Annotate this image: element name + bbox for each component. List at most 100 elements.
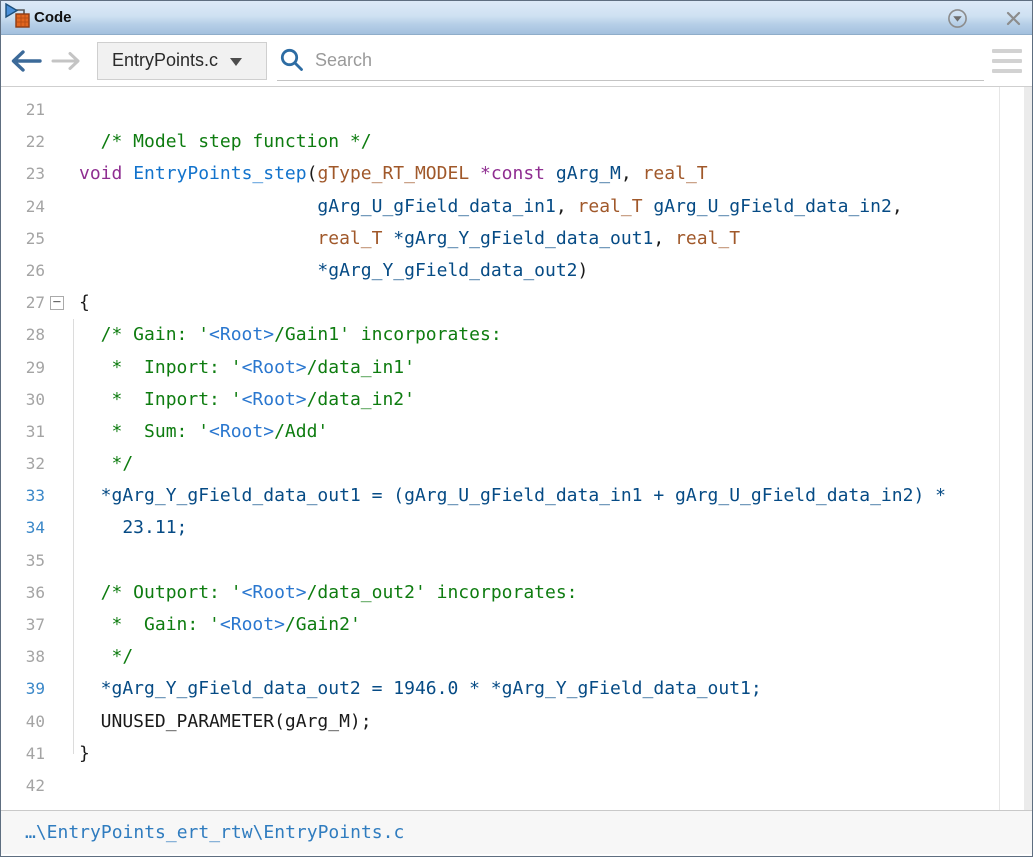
code-line-39[interactable]: 39 *gArg_Y_gField_data_out2 = 1946.0 * *… [1, 673, 1032, 705]
file-selector-value: EntryPoints.c [112, 50, 218, 71]
code-line-27[interactable]: 27− { [1, 287, 1032, 319]
window-title: Code [34, 9, 72, 26]
code-line-29[interactable]: 29 * Inport: '<Root>/data_in1' [1, 352, 1032, 384]
code-text: * Inport: '<Root>/data_in2' [79, 384, 415, 416]
code-text: /* Model step function */ [79, 126, 372, 158]
line-number[interactable]: 32 [1, 448, 45, 480]
code-window: Code E [0, 0, 1033, 857]
fold-collapse-icon[interactable]: − [50, 296, 64, 310]
code-text: /* Outport: '<Root>/data_out2' incorpora… [79, 577, 578, 609]
code-text: * Sum: '<Root>/Add' [79, 416, 328, 448]
code-text: *gArg_Y_gField_data_out1 = (gArg_U_gFiel… [79, 480, 946, 512]
chevron-down-icon [230, 58, 242, 66]
fold-column [45, 94, 79, 126]
code-line-28[interactable]: 28 /* Gain: '<Root>/Gain1' incorporates: [1, 319, 1032, 351]
back-button[interactable] [9, 46, 43, 76]
hamburger-menu-icon[interactable] [992, 47, 1022, 75]
code-line-31[interactable]: 31 * Sum: '<Root>/Add' [1, 416, 1032, 448]
simulink-code-icon [4, 3, 31, 30]
code-text: */ [79, 448, 133, 480]
code-text: /* Gain: '<Root>/Gain1' incorporates: [79, 319, 502, 351]
line-number[interactable]: 42 [1, 770, 45, 802]
toolbar: EntryPoints.c [1, 35, 1032, 87]
line-number[interactable]: 34 [1, 512, 45, 544]
code-line-33[interactable]: 33 *gArg_Y_gField_data_out1 = (gArg_U_gF… [1, 480, 1032, 512]
code-line-42[interactable]: 42 [1, 770, 1032, 802]
fold-column [45, 191, 79, 223]
line-number[interactable]: 29 [1, 352, 45, 384]
line-number[interactable]: 26 [1, 255, 45, 287]
line-number[interactable]: 41 [1, 738, 45, 770]
code-text: 23.11; [79, 512, 187, 544]
code-text: *gArg_Y_gField_data_out2) [79, 255, 588, 287]
back-arrow-icon [10, 50, 42, 72]
code-line-26[interactable]: 26 *gArg_Y_gField_data_out2) [1, 255, 1032, 287]
line-number[interactable]: 31 [1, 416, 45, 448]
fold-column [45, 158, 79, 190]
line-number[interactable]: 39 [1, 673, 45, 705]
code-editor[interactable]: 2122 /* Model step function */23void Ent… [1, 87, 1032, 810]
search-field [277, 41, 984, 81]
forward-arrow-icon [51, 51, 81, 71]
menu-bar [992, 49, 1022, 53]
code-text: { [79, 287, 90, 319]
menu-bar [992, 69, 1022, 73]
fold-column [45, 223, 79, 255]
code-lines: 2122 /* Model step function */23void Ent… [1, 87, 1032, 802]
line-number[interactable]: 27 [1, 287, 45, 319]
scrollbar-track[interactable] [1024, 87, 1032, 810]
code-line-35[interactable]: 35 [1, 545, 1032, 577]
code-line-30[interactable]: 30 * Inport: '<Root>/data_in2' [1, 384, 1032, 416]
line-number[interactable]: 30 [1, 384, 45, 416]
code-text: *gArg_Y_gField_data_out2 = 1946.0 * *gAr… [79, 673, 762, 705]
line-number[interactable]: 40 [1, 706, 45, 738]
menu-bar [992, 59, 1022, 63]
fold-column [45, 255, 79, 287]
code-text: * Inport: '<Root>/data_in1' [79, 352, 415, 384]
line-number[interactable]: 36 [1, 577, 45, 609]
line-number[interactable]: 21 [1, 94, 45, 126]
code-text: */ [79, 641, 133, 673]
code-text: gArg_U_gField_data_in1, real_T gArg_U_gF… [79, 191, 903, 223]
code-text: void EntryPoints_step(gType_RT_MODEL *co… [79, 158, 708, 190]
search-input[interactable] [313, 44, 984, 76]
line-number[interactable]: 35 [1, 545, 45, 577]
code-text: } [79, 738, 90, 770]
titlebar-controls [946, 1, 1024, 35]
line-number[interactable]: 28 [1, 319, 45, 351]
line-number[interactable]: 37 [1, 609, 45, 641]
close-icon[interactable] [1002, 7, 1024, 29]
code-text: real_T *gArg_Y_gField_data_out1, real_T [79, 223, 740, 255]
line-number[interactable]: 25 [1, 223, 45, 255]
titlebar: Code [1, 1, 1032, 35]
file-selector-dropdown[interactable]: EntryPoints.c [97, 42, 267, 80]
code-line-40[interactable]: 40 UNUSED_PARAMETER(gArg_M); [1, 706, 1032, 738]
code-line-32[interactable]: 32 */ [1, 448, 1032, 480]
line-number[interactable]: 33 [1, 480, 45, 512]
line-number[interactable]: 38 [1, 641, 45, 673]
code-text: * Gain: '<Root>/Gain2' [79, 609, 361, 641]
chevron-down-circle-icon[interactable] [946, 7, 968, 29]
code-line-37[interactable]: 37 * Gain: '<Root>/Gain2' [1, 609, 1032, 641]
editor-right-separator [999, 87, 1000, 810]
code-line-34[interactable]: 34 23.11; [1, 512, 1032, 544]
fold-column: − [45, 287, 79, 319]
code-text: UNUSED_PARAMETER(gArg_M); [79, 706, 372, 738]
code-line-41[interactable]: 41} [1, 738, 1032, 770]
code-line-24[interactable]: 24 gArg_U_gField_data_in1, real_T gArg_U… [1, 191, 1032, 223]
code-line-36[interactable]: 36 /* Outport: '<Root>/data_out2' incorp… [1, 577, 1032, 609]
code-line-25[interactable]: 25 real_T *gArg_Y_gField_data_out1, real… [1, 223, 1032, 255]
fold-guide-line [73, 319, 74, 754]
line-number[interactable]: 23 [1, 158, 45, 190]
line-number[interactable]: 22 [1, 126, 45, 158]
statusbar: …\EntryPoints_ert_rtw\EntryPoints.c [1, 810, 1032, 854]
code-line-21[interactable]: 21 [1, 94, 1032, 126]
code-line-22[interactable]: 22 /* Model step function */ [1, 126, 1032, 158]
fold-column [45, 770, 79, 802]
code-line-23[interactable]: 23 void EntryPoints_step(gType_RT_MODEL *… [1, 158, 1032, 190]
file-path: …\EntryPoints_ert_rtw\EntryPoints.c [25, 822, 404, 843]
fold-column [45, 126, 79, 158]
forward-button[interactable] [49, 46, 83, 76]
line-number[interactable]: 24 [1, 191, 45, 223]
code-line-38[interactable]: 38 */ [1, 641, 1032, 673]
